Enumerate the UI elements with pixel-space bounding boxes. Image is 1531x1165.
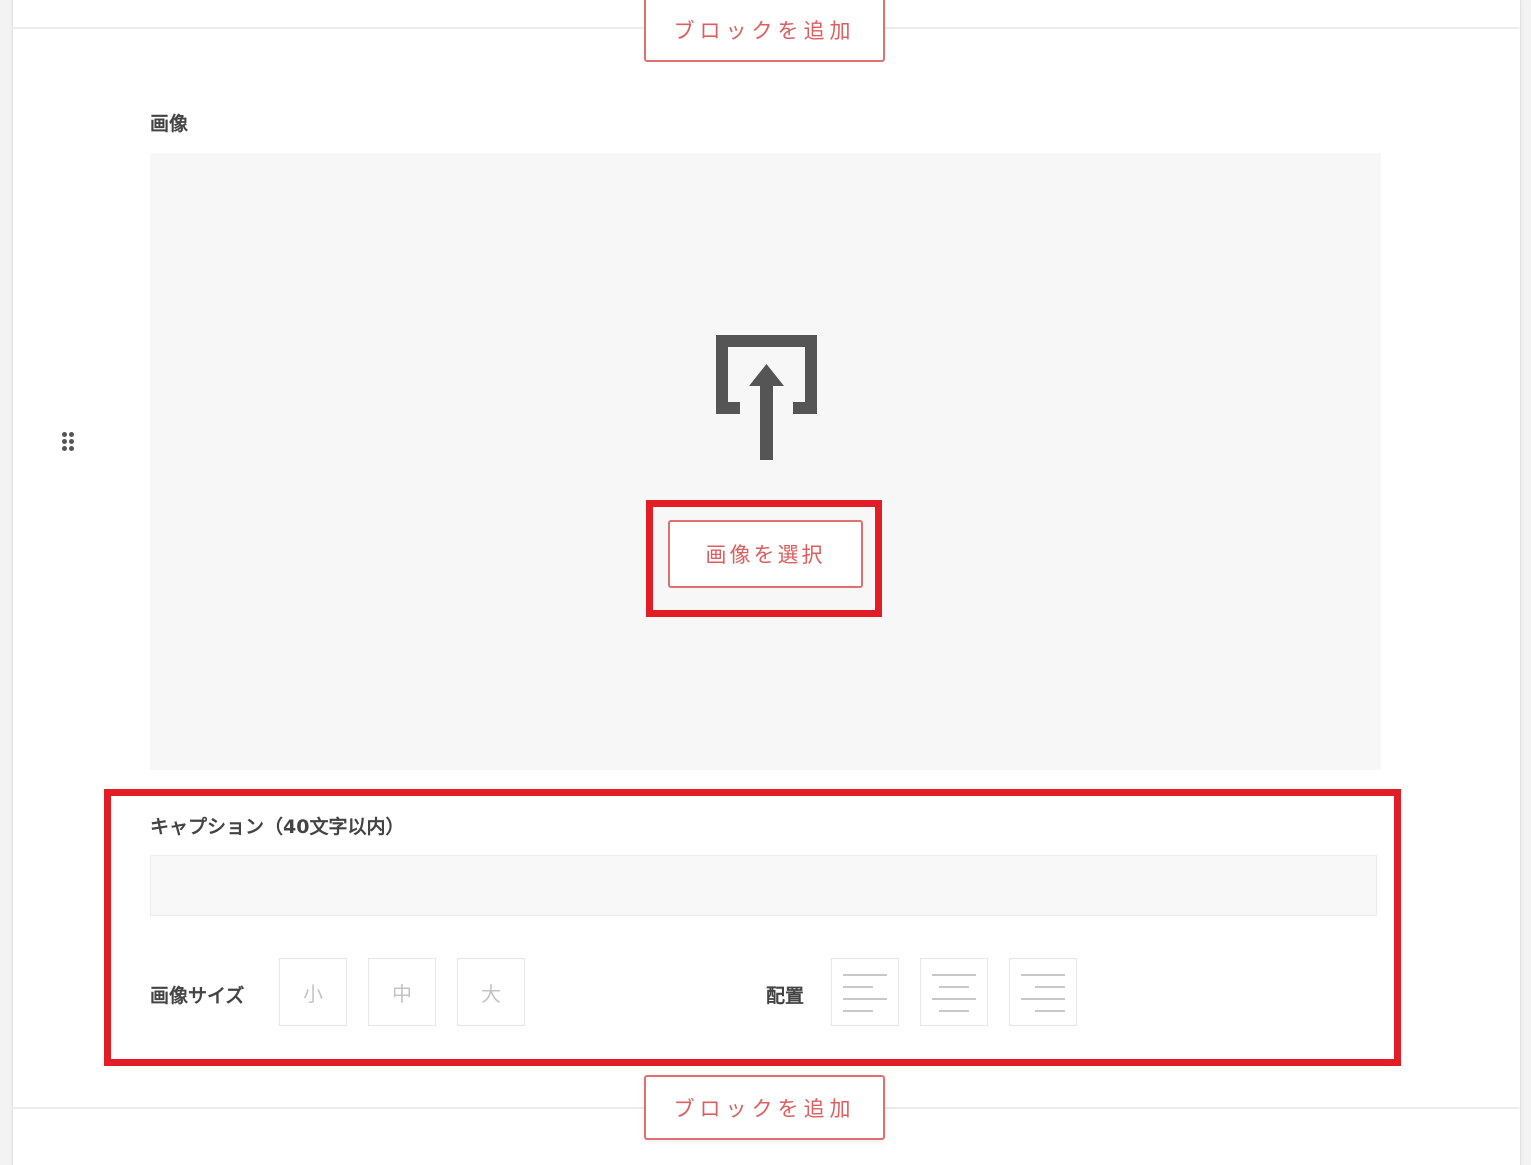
- image-section-title: 画像: [150, 113, 189, 135]
- align-left-icon: [843, 974, 887, 1012]
- image-size-label: 画像サイズ: [150, 985, 245, 1007]
- add-block-button-top[interactable]: ブロックを追加: [644, 0, 885, 62]
- align-center-button[interactable]: [920, 958, 988, 1026]
- align-center-icon: [932, 974, 976, 1012]
- size-medium-button[interactable]: 中: [368, 958, 436, 1026]
- caption-input[interactable]: [150, 855, 1377, 916]
- drag-handle-icon[interactable]: [60, 432, 76, 454]
- size-large-button[interactable]: 大: [457, 958, 525, 1026]
- select-image-button[interactable]: 画像を選択: [668, 520, 863, 588]
- align-right-icon: [1021, 974, 1065, 1012]
- align-right-button[interactable]: [1009, 958, 1077, 1026]
- align-label: 配置: [766, 985, 805, 1007]
- editor-page: ブロックを追加 画像 画像を選択 キャプション（40文字以内） 画像サイズ 小 …: [0, 0, 1531, 1165]
- align-left-button[interactable]: [831, 958, 899, 1026]
- image-dropzone[interactable]: [150, 153, 1381, 770]
- size-small-button[interactable]: 小: [279, 958, 347, 1026]
- add-block-button-bottom[interactable]: ブロックを追加: [644, 1075, 885, 1140]
- upload-icon: [716, 335, 817, 460]
- caption-label: キャプション（40文字以内）: [150, 816, 405, 838]
